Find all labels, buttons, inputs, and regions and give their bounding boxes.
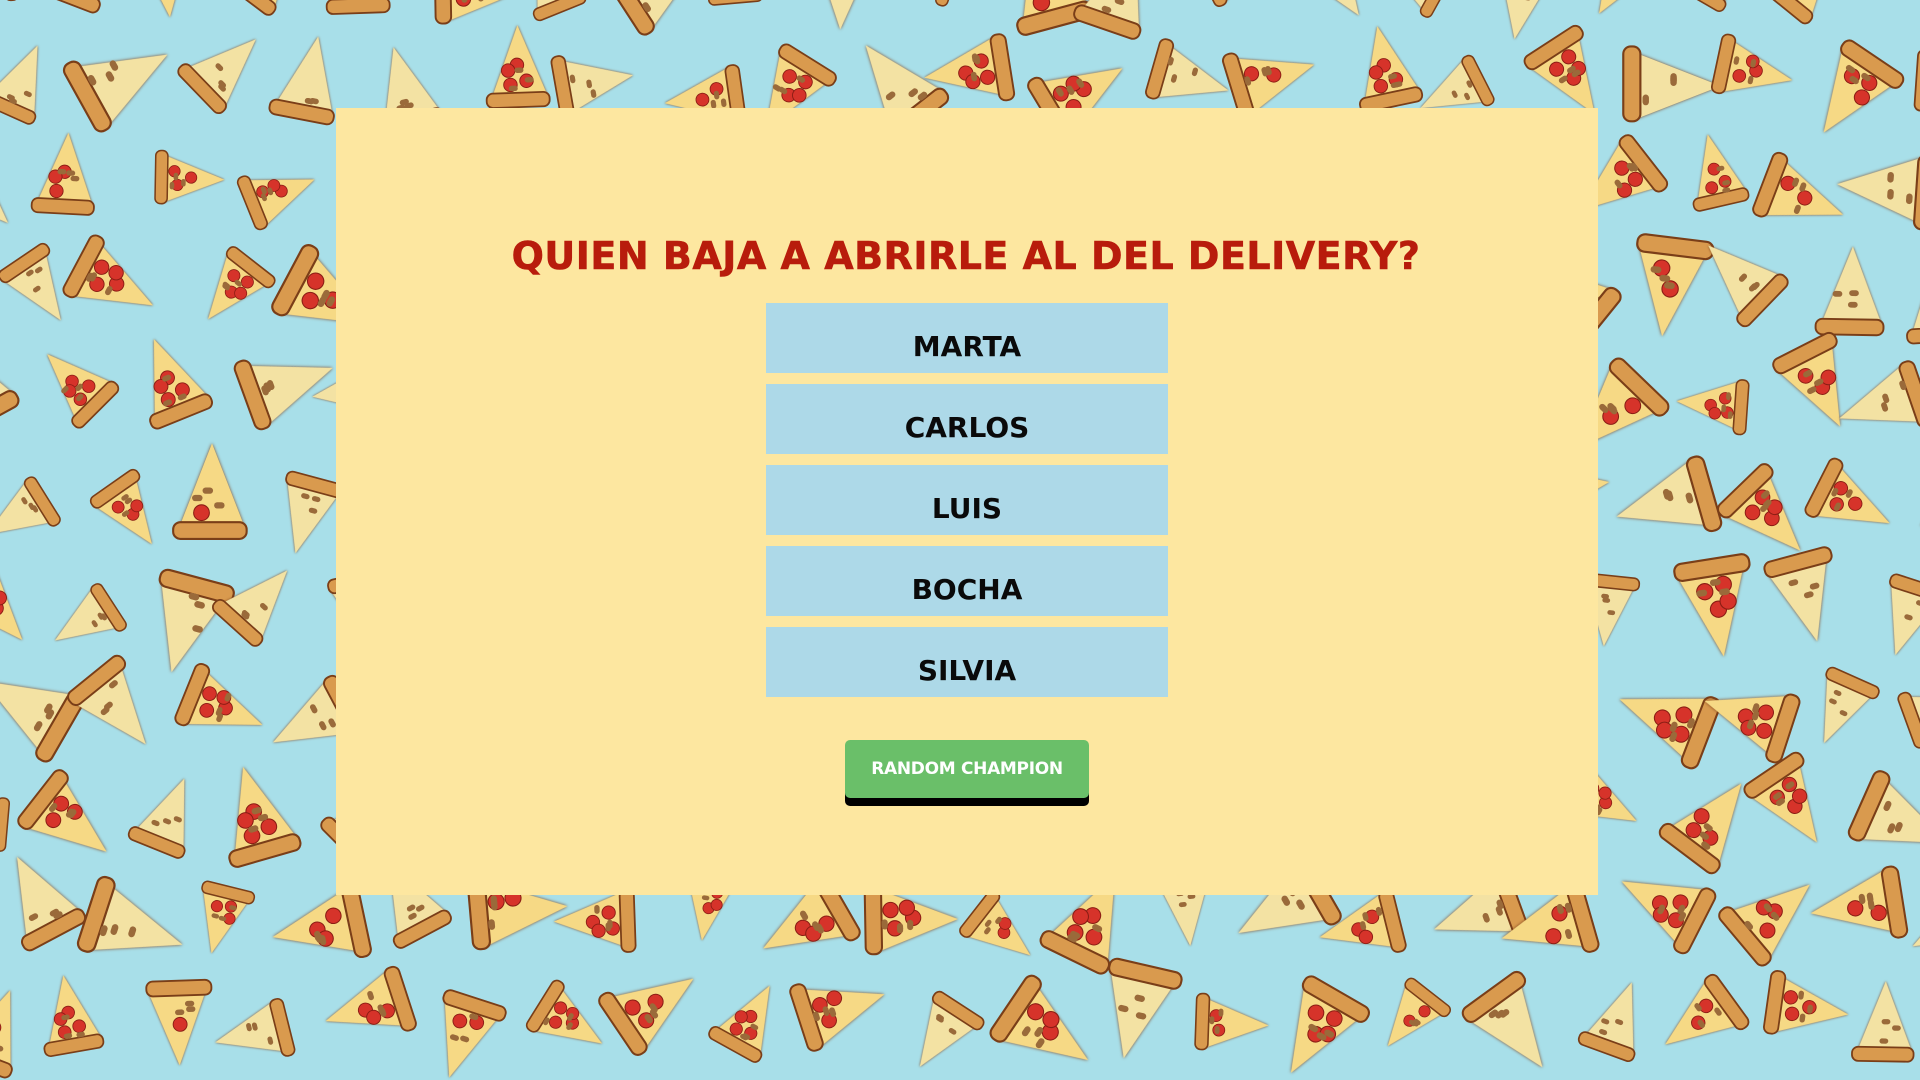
name-item-marta[interactable]: MARTA — [766, 303, 1168, 373]
name-item-silvia[interactable]: SILVIA — [766, 627, 1168, 697]
name-item-luis[interactable]: LUIS — [766, 465, 1168, 535]
page-title: QUIEN BAJA A ABRIRLE AL DEL DELIVERY? — [511, 234, 1421, 279]
name-item-carlos[interactable]: CARLOS — [766, 384, 1168, 454]
random-champion-button[interactable]: RANDOM CHAMPION — [845, 740, 1089, 798]
name-item-bocha[interactable]: BOCHA — [766, 546, 1168, 616]
names-list: MARTA CARLOS LUIS BOCHA SILVIA — [766, 303, 1168, 708]
